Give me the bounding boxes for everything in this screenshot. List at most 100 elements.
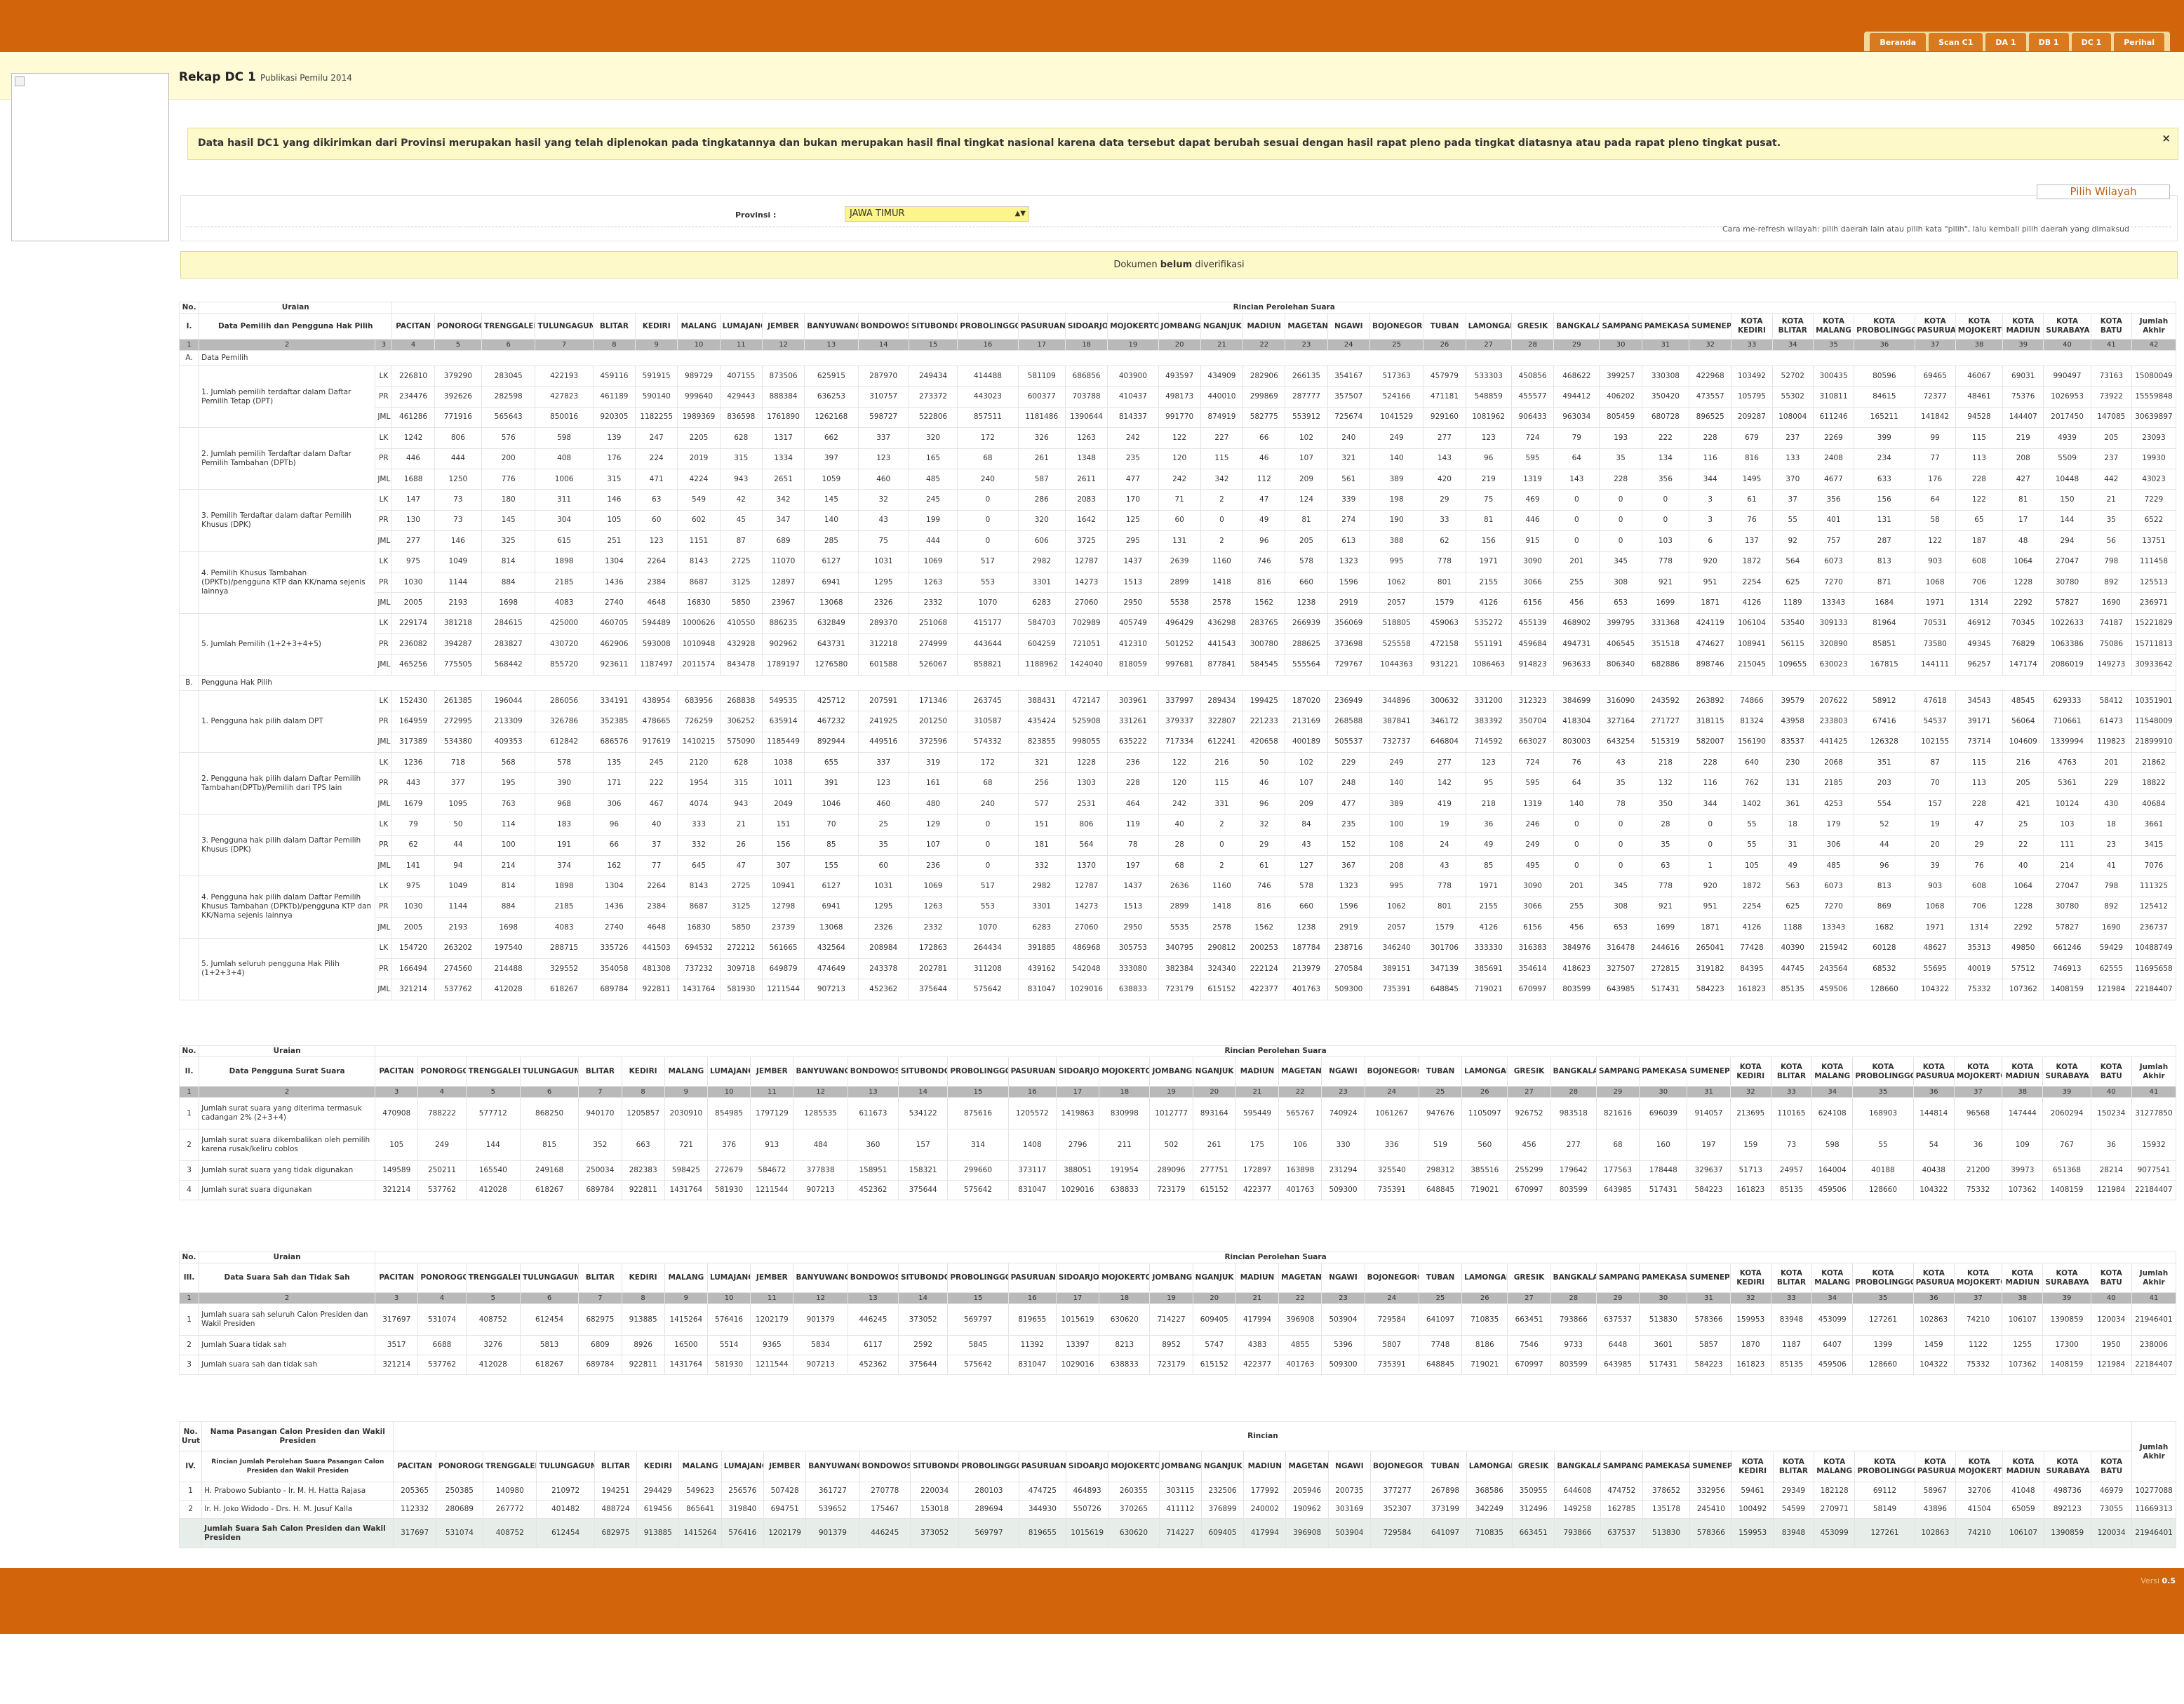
region-header: KOTA MALANG [1811,1056,1854,1087]
cell-value: 975 [391,551,435,572]
table-surat-suara: No. Uraian Rincian Perolehan Suara II. Data … [178,1045,2177,1200]
cell-value: 578366 [1689,1518,1733,1548]
cell-value: 446 [1510,509,1555,532]
cell-value: 156 [1465,530,1512,552]
cell-value: 190 [1369,509,1424,532]
cell-value: 144 [2043,509,2091,532]
cell-value: 1238 [1285,917,1328,939]
cell-value: 1390859 [2043,1518,2091,1548]
cell-value: 61473 [2090,711,2132,732]
column-number: 27 [1507,1292,1551,1304]
cell-value: 843478 [719,654,763,676]
cell-value: 56 [2090,530,2132,552]
cell-value: 41504 [1955,1500,2004,1519]
cell-value: 11669313 [2131,1500,2176,1519]
cell-value: 55302 [1771,386,1814,408]
cell-value: 801 [1423,896,1466,918]
nav-perihal[interactable]: Perihal [2114,33,2164,51]
cell-value: 283045 [481,365,536,387]
cell-value: 32706 [1955,1482,2004,1501]
cell-value: 1690 [2090,592,2132,614]
cell-value: 167815 [1854,654,1915,676]
cell-value: 1144 [434,896,483,918]
cell-value: 615152 [1192,1180,1236,1200]
cell-value: 1408159 [2043,979,2091,1000]
region-header: GRESIK [1507,1263,1551,1293]
table-row: JML 465256 775505 568442 855720 923611 1187497… [180,654,2177,676]
nav-scan-c1[interactable]: Scan C1 [1929,33,1983,51]
cell-value: 81 [1465,509,1512,532]
cell-value: 202781 [908,958,958,980]
cell-value: 58412 [2090,690,2132,712]
cell-value: 663027 [1510,731,1555,753]
cell-value: 582775 [1242,406,1286,429]
region-header: MAGETAN [1285,313,1328,340]
cell-value: 660 [1285,571,1328,593]
cell-value: 39 [1914,854,1956,877]
cell-value: 388051 [1055,1160,1100,1181]
column-number: 27 [1465,339,1512,351]
cell-value: 289096 [1149,1160,1193,1181]
provinsi-label: Provinsi : [735,210,777,220]
cell-value: 420 [1423,468,1466,490]
cell-value: 474725 [1018,1482,1067,1501]
cell-value: 625915 [804,365,859,387]
nav-dc1[interactable]: DC 1 [2071,33,2112,51]
cell-value: 901379 [793,1303,848,1336]
candidate-row: 2 Ir. H. Joko Widodo - Drs. H. M. Jusuf K… [178,1500,2176,1519]
nav-beranda[interactable]: Beranda [1870,33,1927,51]
cell-value: 175 [1235,1129,1280,1161]
provinsi-select[interactable]: JAWA TIMUR ▲▼ [845,206,1029,222]
cell-value: 1304 [592,876,636,897]
cell-value: 109 [2002,1129,2044,1161]
cell-value: 2292 [2002,592,2044,614]
cell-value: 2740 [592,917,636,939]
region-header: BANYUWANGI [793,1263,848,1293]
cell-value: 62 [391,834,435,856]
cell-value: 815 [519,1129,580,1161]
nav-da1[interactable]: DA 1 [1985,33,2026,51]
cell-value: 0 [1599,489,1642,511]
row-type: LK [375,427,393,449]
cell-value: 13751 [2131,530,2177,552]
cell-value: 591915 [635,365,678,387]
cell-value: 216 [2002,752,2044,774]
cell-value: 205 [2090,427,2132,449]
cell-value: 272815 [1641,958,1690,980]
region-header: MAGETAN [1278,1263,1322,1293]
total-row: Jumlah Suara Sah Calon Presiden dan Waki… [178,1518,2176,1548]
column-number: 14 [898,1086,949,1098]
cell-value: 271727 [1641,711,1690,732]
cell-value: 128660 [1852,1180,1914,1200]
cell-value: 1263 [908,571,958,593]
cell-value: 119 [1107,814,1159,836]
region-header: PONOROGO [417,1263,467,1293]
cell-value: 405749 [1107,612,1159,635]
pilih-wilayah-button[interactable]: Pilih Wilayah [2037,185,2170,199]
cell-value: 645 [677,854,721,877]
cell-value: 71 [1158,489,1201,511]
column-number: 35 [1852,1086,1914,1098]
region-header: PROBOLINGGO [957,313,1019,340]
cell-value: 1870 [1729,1335,1771,1355]
cell-value: 1989369 [677,406,721,429]
cell-value: 593008 [635,633,678,655]
cell-value: 823855 [1017,731,1066,753]
cell-value: 999640 [677,386,721,408]
cell-value: 584223 [1687,1180,1731,1200]
version-info: Versi 0.5 [2141,1576,2176,1585]
cell-value: 7748 [1418,1335,1463,1355]
nav-db1[interactable]: DB 1 [2028,33,2069,51]
close-icon[interactable]: × [2162,132,2171,145]
cell-value: 60 [1158,509,1201,532]
cell-value: 686576 [592,731,636,753]
cell-value: 104609 [2002,731,2044,753]
cell-value: 719021 [1465,979,1512,1000]
column-number: 33 [1770,1292,1813,1304]
region-header: BLITAR [594,1451,638,1482]
table-row: 1. Jumlah pemilih terdaftar dalam Daftar… [178,365,2177,429]
cell-value: 0 [1553,509,1600,532]
cell-value: 646804 [1423,731,1466,753]
cell-value: 1049 [434,551,483,572]
cell-value: 858821 [957,654,1019,676]
